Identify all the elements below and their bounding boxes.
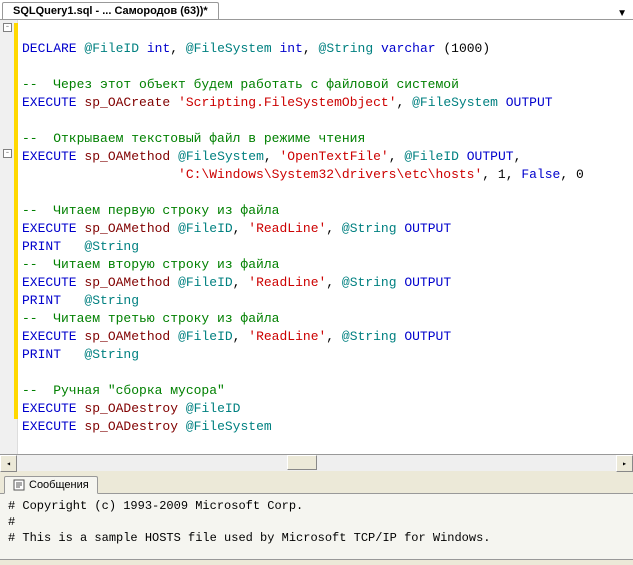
keyword: OUTPUT xyxy=(404,221,451,236)
code-editor[interactable]: - - DECLARE @FileID int, @FileSystem int… xyxy=(0,20,633,454)
scroll-thumb[interactable] xyxy=(287,455,317,470)
keyword: OUTPUT xyxy=(404,275,451,290)
type: int xyxy=(147,41,170,56)
status-bar xyxy=(0,559,633,565)
code-area[interactable]: DECLARE @FileID int, @FileSystem int, @S… xyxy=(18,20,633,454)
proc: sp_OAMethod xyxy=(84,221,170,236)
number: 1 xyxy=(498,167,506,182)
string: 'ReadLine' xyxy=(248,221,326,236)
scroll-left-button[interactable]: ◂ xyxy=(0,455,17,472)
keyword: EXECUTE xyxy=(22,401,77,416)
comment: -- Читаем первую строку из файла xyxy=(22,203,279,218)
variable: @FileID xyxy=(178,329,233,344)
variable: @String xyxy=(342,329,397,344)
proc: sp_OACreate xyxy=(84,95,170,110)
variable: @FileID xyxy=(186,401,241,416)
fold-toggle[interactable]: - xyxy=(3,149,12,158)
results-tab-bar: Сообщения xyxy=(0,471,633,494)
variable: @FileID xyxy=(178,275,233,290)
message-line: # xyxy=(8,515,15,529)
proc: sp_OADestroy xyxy=(84,419,178,434)
editor-gutter: - - xyxy=(0,20,18,454)
keyword: EXECUTE xyxy=(22,221,77,236)
variable: @String xyxy=(319,41,374,56)
string: 'C:\Windows\System32\drivers\etc\hosts' xyxy=(178,167,482,182)
keyword: PRINT xyxy=(22,347,61,362)
variable: @FileID xyxy=(84,41,139,56)
variable: @String xyxy=(84,347,139,362)
keyword: EXECUTE xyxy=(22,275,77,290)
comment: -- Открываем текстовый файл в режиме чте… xyxy=(22,131,365,146)
proc: sp_OADestroy xyxy=(84,401,178,416)
messages-pane[interactable]: # Copyright (c) 1993-2009 Microsoft Corp… xyxy=(0,494,633,559)
comment: -- Через этот объект будем работать с фа… xyxy=(22,77,459,92)
type: varchar xyxy=(381,41,436,56)
horizontal-scrollbar[interactable]: ◂ ▸ xyxy=(0,454,633,471)
variable: @FileID xyxy=(404,149,459,164)
keyword: OUTPUT xyxy=(404,329,451,344)
scroll-right-button[interactable]: ▸ xyxy=(616,455,633,472)
tab-dropdown-icon[interactable]: ▼ xyxy=(617,8,627,19)
keyword: OUTPUT xyxy=(506,95,553,110)
number: 1000 xyxy=(451,41,482,56)
keyword: DECLARE xyxy=(22,41,77,56)
keyword: EXECUTE xyxy=(22,419,77,434)
comment: -- Ручная "сборка мусора" xyxy=(22,383,225,398)
variable: @String xyxy=(84,293,139,308)
variable: @FileSystem xyxy=(412,95,498,110)
comment: -- Читаем третью строку из файла xyxy=(22,311,279,326)
keyword: EXECUTE xyxy=(22,329,77,344)
keyword: EXECUTE xyxy=(22,95,77,110)
scroll-track[interactable] xyxy=(17,455,616,471)
messages-tab-label: Сообщения xyxy=(29,479,89,491)
variable: @FileSystem xyxy=(186,419,272,434)
type: int xyxy=(280,41,303,56)
messages-icon xyxy=(13,479,25,491)
variable: @FileID xyxy=(178,221,233,236)
proc: sp_OAMethod xyxy=(84,149,170,164)
proc: sp_OAMethod xyxy=(84,275,170,290)
message-line: # Copyright (c) 1993-2009 Microsoft Corp… xyxy=(8,499,303,513)
variable: @FileSystem xyxy=(186,41,272,56)
variable: @String xyxy=(84,239,139,254)
variable: @String xyxy=(342,275,397,290)
comment: -- Читаем вторую строку из файла xyxy=(22,257,279,272)
message-line: # This is a sample HOSTS file used by Mi… xyxy=(8,531,490,545)
keyword: PRINT xyxy=(22,293,61,308)
proc: sp_OAMethod xyxy=(84,329,170,344)
variable: @FileSystem xyxy=(178,149,264,164)
file-tab[interactable]: SQLQuery1.sql - ... Самородов (63))* xyxy=(2,2,219,19)
keyword: PRINT xyxy=(22,239,61,254)
number: 0 xyxy=(576,167,584,182)
document-tab-bar: SQLQuery1.sql - ... Самородов (63))* ▼ xyxy=(0,0,633,20)
string: 'Scripting.FileSystemObject' xyxy=(178,95,396,110)
variable: @String xyxy=(342,221,397,236)
keyword: False xyxy=(521,167,560,182)
string: 'ReadLine' xyxy=(248,275,326,290)
keyword: OUTPUT xyxy=(467,149,514,164)
string: 'OpenTextFile' xyxy=(280,149,389,164)
messages-tab[interactable]: Сообщения xyxy=(4,476,98,494)
change-marker xyxy=(14,23,18,419)
keyword: EXECUTE xyxy=(22,149,77,164)
string: 'ReadLine' xyxy=(248,329,326,344)
fold-toggle[interactable]: - xyxy=(3,23,12,32)
